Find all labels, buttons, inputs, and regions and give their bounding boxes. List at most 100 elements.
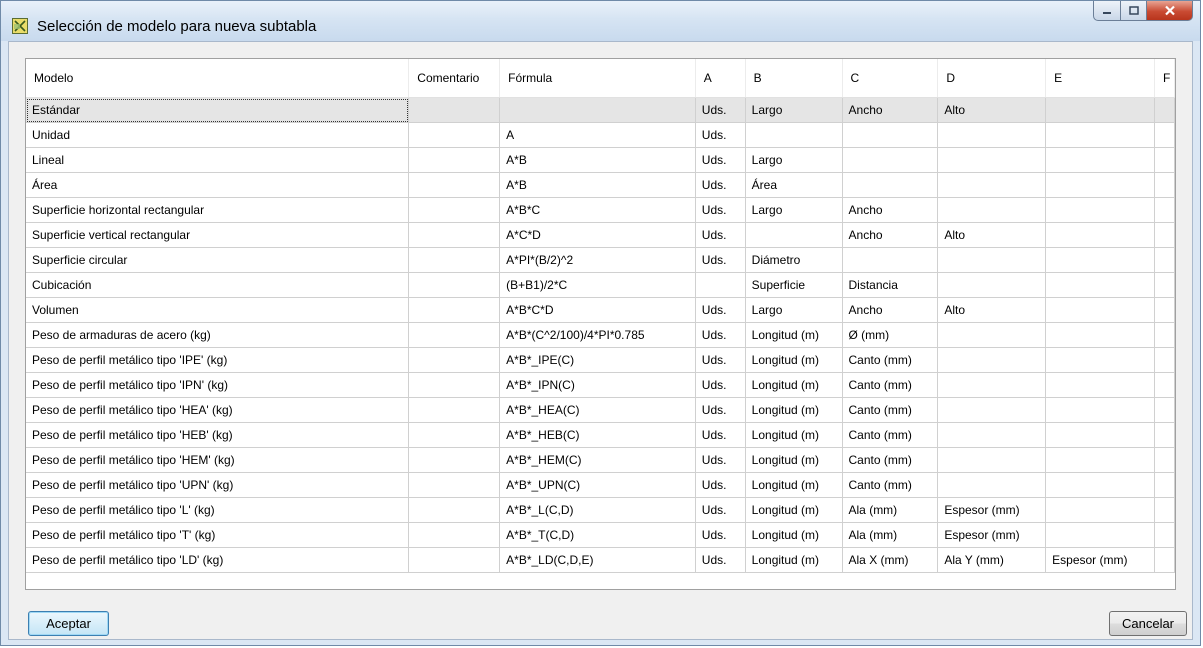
table-cell[interactable]: A*B*_IPN(C) bbox=[499, 372, 696, 398]
table-cell[interactable] bbox=[408, 97, 501, 123]
table-cell[interactable] bbox=[937, 122, 1047, 148]
table-cell[interactable] bbox=[1045, 297, 1155, 323]
model-name-cell[interactable]: Estándar bbox=[26, 97, 410, 123]
table-cell[interactable]: A*PI*(B/2)^2 bbox=[499, 247, 696, 273]
table-cell[interactable] bbox=[499, 97, 696, 123]
table-cell[interactable]: Uds. bbox=[695, 222, 746, 248]
table-cell[interactable] bbox=[1045, 522, 1155, 548]
table-cell[interactable]: Uds. bbox=[695, 147, 746, 173]
table-row[interactable]: Área A*B Uds. Área bbox=[26, 172, 1175, 198]
table-cell[interactable] bbox=[1154, 447, 1175, 473]
table-cell[interactable] bbox=[1154, 322, 1175, 348]
table-cell[interactable] bbox=[1154, 347, 1175, 373]
table-cell[interactable]: Ø (mm) bbox=[842, 322, 939, 348]
table-cell[interactable]: Espesor (mm) bbox=[937, 522, 1047, 548]
table-cell[interactable]: Uds. bbox=[695, 447, 746, 473]
table-cell[interactable] bbox=[937, 397, 1047, 423]
table-cell[interactable]: Largo bbox=[745, 147, 843, 173]
table-cell[interactable]: Canto (mm) bbox=[842, 397, 939, 423]
table-row[interactable]: Peso de perfil metálico tipo 'T' (kg) A*B… bbox=[26, 522, 1175, 548]
table-cell[interactable] bbox=[1154, 197, 1175, 223]
table-cell[interactable] bbox=[937, 322, 1047, 348]
table-cell[interactable] bbox=[1045, 472, 1155, 498]
table-cell[interactable] bbox=[1045, 222, 1155, 248]
table-cell[interactable] bbox=[937, 197, 1047, 223]
table-cell[interactable] bbox=[1154, 222, 1175, 248]
table-cell[interactable] bbox=[1154, 372, 1175, 398]
table-cell[interactable]: Uds. bbox=[695, 547, 746, 573]
table-cell[interactable]: Uds. bbox=[695, 497, 746, 523]
table-cell[interactable]: Ancho bbox=[842, 297, 939, 323]
table-cell[interactable] bbox=[408, 222, 501, 248]
table-cell[interactable]: Uds. bbox=[695, 297, 746, 323]
table-cell[interactable] bbox=[408, 472, 501, 498]
table-row[interactable]: Superficie vertical rectangular A*C*D Uds.… bbox=[26, 222, 1175, 248]
table-cell[interactable] bbox=[745, 122, 843, 148]
table-cell[interactable] bbox=[1154, 522, 1175, 548]
table-cell[interactable]: Largo bbox=[745, 297, 843, 323]
table-cell[interactable]: Uds. bbox=[695, 122, 746, 148]
table-cell[interactable]: A*B*_UPN(C) bbox=[499, 472, 696, 498]
table-cell[interactable] bbox=[695, 272, 746, 298]
table-cell[interactable]: Longitud (m) bbox=[745, 522, 843, 548]
table-row[interactable]: Cubicación (B+B1)/2*C Superficie Distancia bbox=[26, 272, 1175, 298]
table-cell[interactable]: Canto (mm) bbox=[842, 447, 939, 473]
table-cell[interactable]: Longitud (m) bbox=[745, 322, 843, 348]
table-cell[interactable]: A*B*C bbox=[499, 197, 696, 223]
table-cell[interactable] bbox=[1045, 397, 1155, 423]
table-cell[interactable]: Longitud (m) bbox=[745, 447, 843, 473]
table-cell[interactable] bbox=[1154, 547, 1175, 573]
table-cell[interactable] bbox=[937, 372, 1047, 398]
table-cell[interactable]: (B+B1)/2*C bbox=[499, 272, 696, 298]
table-row[interactable]: Peso de perfil metálico tipo 'UPN' (kg) A… bbox=[26, 472, 1175, 498]
table-cell[interactable] bbox=[842, 247, 939, 273]
table-cell[interactable] bbox=[1154, 422, 1175, 448]
table-row[interactable]: Peso de perfil metálico tipo 'L' (kg) A*B… bbox=[26, 497, 1175, 523]
table-cell[interactable]: Uds. bbox=[695, 397, 746, 423]
table-cell[interactable]: Longitud (m) bbox=[745, 547, 843, 573]
table-cell[interactable] bbox=[1045, 422, 1155, 448]
table-cell[interactable]: Largo bbox=[745, 197, 843, 223]
table-row[interactable]: Peso de armaduras de acero (kg) A*B*(C^2/… bbox=[26, 322, 1175, 348]
table-cell[interactable] bbox=[937, 272, 1047, 298]
model-name-cell[interactable]: Peso de perfil metálico tipo 'L' (kg) bbox=[26, 497, 410, 523]
table-cell[interactable] bbox=[408, 172, 501, 198]
column-header[interactable]: E bbox=[1045, 59, 1155, 98]
table-cell[interactable]: A*B*_HEA(C) bbox=[499, 397, 696, 423]
model-name-cell[interactable]: Peso de perfil metálico tipo 'IPN' (kg) bbox=[26, 372, 410, 398]
table-cell[interactable]: Longitud (m) bbox=[745, 372, 843, 398]
column-header[interactable]: C bbox=[842, 59, 939, 98]
model-name-cell[interactable]: Peso de perfil metálico tipo 'HEB' (kg) bbox=[26, 422, 410, 448]
table-cell[interactable]: Longitud (m) bbox=[745, 397, 843, 423]
table-cell[interactable]: A*B*C*D bbox=[499, 297, 696, 323]
table-cell[interactable] bbox=[1154, 97, 1175, 123]
table-cell[interactable] bbox=[1154, 497, 1175, 523]
table-cell[interactable]: Uds. bbox=[695, 422, 746, 448]
table-cell[interactable] bbox=[745, 222, 843, 248]
column-header[interactable]: D bbox=[937, 59, 1047, 98]
table-cell[interactable]: Canto (mm) bbox=[842, 422, 939, 448]
table-cell[interactable]: Ala (mm) bbox=[842, 497, 939, 523]
table-cell[interactable] bbox=[408, 447, 501, 473]
accept-button[interactable]: Aceptar bbox=[28, 611, 109, 636]
table-cell[interactable] bbox=[937, 172, 1047, 198]
table-cell[interactable] bbox=[1045, 347, 1155, 373]
table-cell[interactable]: Uds. bbox=[695, 322, 746, 348]
table-cell[interactable]: Superficie bbox=[745, 272, 843, 298]
table-row[interactable]: Peso de perfil metálico tipo 'HEB' (kg) A… bbox=[26, 422, 1175, 448]
table-cell[interactable] bbox=[937, 247, 1047, 273]
title-bar[interactable]: Selección de modelo para nueva subtabla bbox=[1, 1, 1200, 41]
table-cell[interactable] bbox=[1154, 172, 1175, 198]
table-cell[interactable]: Espesor (mm) bbox=[1045, 547, 1155, 573]
table-row[interactable]: Lineal A*B Uds. Largo bbox=[26, 147, 1175, 173]
table-cell[interactable] bbox=[408, 297, 501, 323]
table-cell[interactable]: A*B*_LD(C,D,E) bbox=[499, 547, 696, 573]
table-cell[interactable] bbox=[937, 347, 1047, 373]
table-cell[interactable] bbox=[1154, 297, 1175, 323]
table-cell[interactable] bbox=[937, 447, 1047, 473]
table-row[interactable]: Peso de perfil metálico tipo 'IPN' (kg) A… bbox=[26, 372, 1175, 398]
table-cell[interactable] bbox=[408, 147, 501, 173]
table-cell[interactable]: Uds. bbox=[695, 372, 746, 398]
table-cell[interactable] bbox=[842, 172, 939, 198]
table-cell[interactable] bbox=[408, 522, 501, 548]
